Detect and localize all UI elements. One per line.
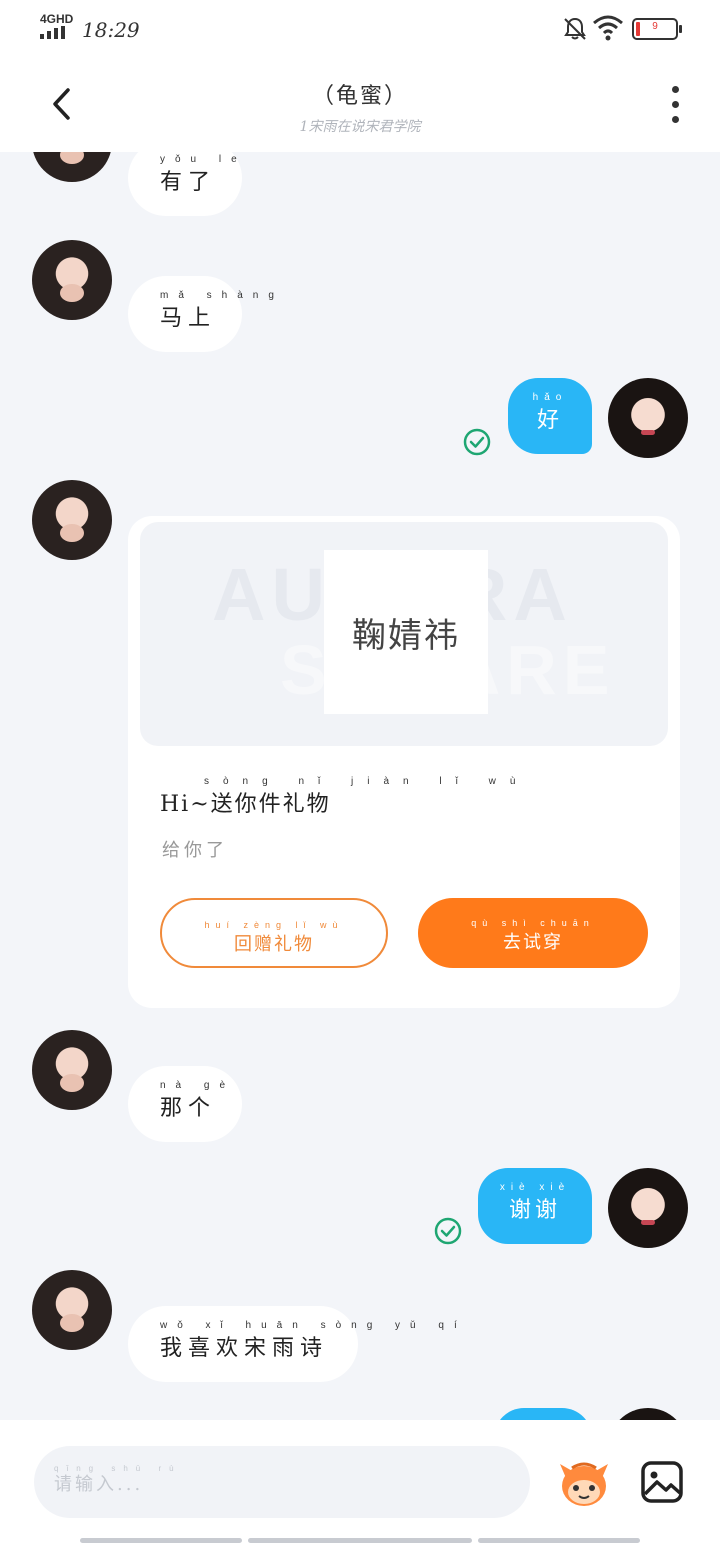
home-indicator: [478, 1538, 640, 1543]
button-pinyin: qù shì chuān: [471, 918, 595, 928]
signal-icon: [40, 26, 65, 39]
gift-image: AURORA SQUARE 鞠婧祎: [140, 522, 668, 746]
message-bubble[interactable]: wǒ xǐ huān sòng yǔ qí 我喜欢宋雨诗: [128, 1306, 457, 1382]
read-check-icon: [463, 428, 491, 456]
my-avatar[interactable]: [608, 378, 688, 458]
home-indicator: [80, 1538, 242, 1543]
emoji-mascot-icon[interactable]: [556, 1458, 612, 1508]
clock: 18:29: [82, 18, 140, 42]
image-picker-icon[interactable]: [640, 1460, 684, 1504]
avatar[interactable]: [32, 240, 112, 320]
message-text: 有了: [160, 170, 217, 195]
message-bubble[interactable]: xiè xiè 谢谢: [478, 1168, 592, 1244]
chat-subtitle: 1宋雨在说宋君学院: [299, 119, 421, 135]
wifi-icon: [593, 15, 623, 41]
button-pinyin: huí zèng lǐ wù: [204, 920, 344, 930]
gift-sub-message: 给你了: [162, 840, 228, 861]
bell-muted-icon: [564, 17, 586, 40]
battery-level: 9: [652, 21, 658, 32]
input-bar: qǐng shū rù 请输入...: [0, 1420, 720, 1544]
message-bubble[interactable]: mǎ shàng 马上: [128, 276, 274, 352]
battery-icon: 9: [632, 18, 682, 40]
home-indicator: [248, 1538, 472, 1543]
message-text: 那个: [160, 1096, 217, 1121]
my-avatar[interactable]: [608, 1408, 688, 1420]
status-bar: 4GHD 18:29 9: [0, 0, 720, 60]
chat-header: （龟蜜） 1宋雨在说宋君学院: [0, 60, 720, 152]
message-bubble[interactable]: hǎo 好: [508, 378, 592, 454]
try-on-button[interactable]: qù shì chuān 去试穿: [418, 898, 648, 968]
my-avatar[interactable]: [608, 1168, 688, 1248]
read-check-icon: [434, 1217, 462, 1245]
button-label: 去试穿: [503, 932, 563, 953]
return-gift-button[interactable]: huí zèng lǐ wù 回赠礼物: [160, 898, 388, 968]
avatar[interactable]: [32, 1270, 112, 1350]
button-label: 回赠礼物: [234, 934, 314, 955]
more-options-icon[interactable]: [664, 82, 688, 128]
message-bubble[interactable]: [494, 1408, 592, 1420]
message-text: 谢谢: [508, 1198, 561, 1223]
chat-title: （龟蜜）: [311, 84, 408, 109]
back-icon[interactable]: [44, 84, 84, 124]
gift-name: 鞠婧祎: [352, 615, 460, 656]
gift-card[interactable]: AURORA SQUARE 鞠婧祎 sòng nǐ jiàn lǐ wù Hi~…: [128, 516, 680, 1008]
message-text: 马上: [160, 306, 217, 331]
message-text: 我喜欢宋雨诗: [160, 1336, 329, 1361]
input-placeholder: 请输入...: [54, 1474, 144, 1495]
message-text: 好: [536, 408, 563, 433]
gift-message: Hi~送你件礼物: [160, 792, 331, 817]
message-bubble[interactable]: yǒu le 有了: [128, 152, 242, 216]
avatar[interactable]: [32, 152, 112, 182]
title-block: （龟蜜） 1宋雨在说宋君学院: [200, 78, 520, 136]
avatar[interactable]: [32, 480, 112, 560]
gift-thumbnail: 鞠婧祎: [324, 550, 488, 714]
network-type: 4GHD: [40, 12, 74, 26]
message-bubble[interactable]: nà gè 那个: [128, 1066, 242, 1142]
message-list[interactable]: yǒu le 有了 mǎ shàng 马上 hǎo 好 AURORA SQUAR…: [0, 152, 720, 1420]
avatar[interactable]: [32, 1030, 112, 1110]
